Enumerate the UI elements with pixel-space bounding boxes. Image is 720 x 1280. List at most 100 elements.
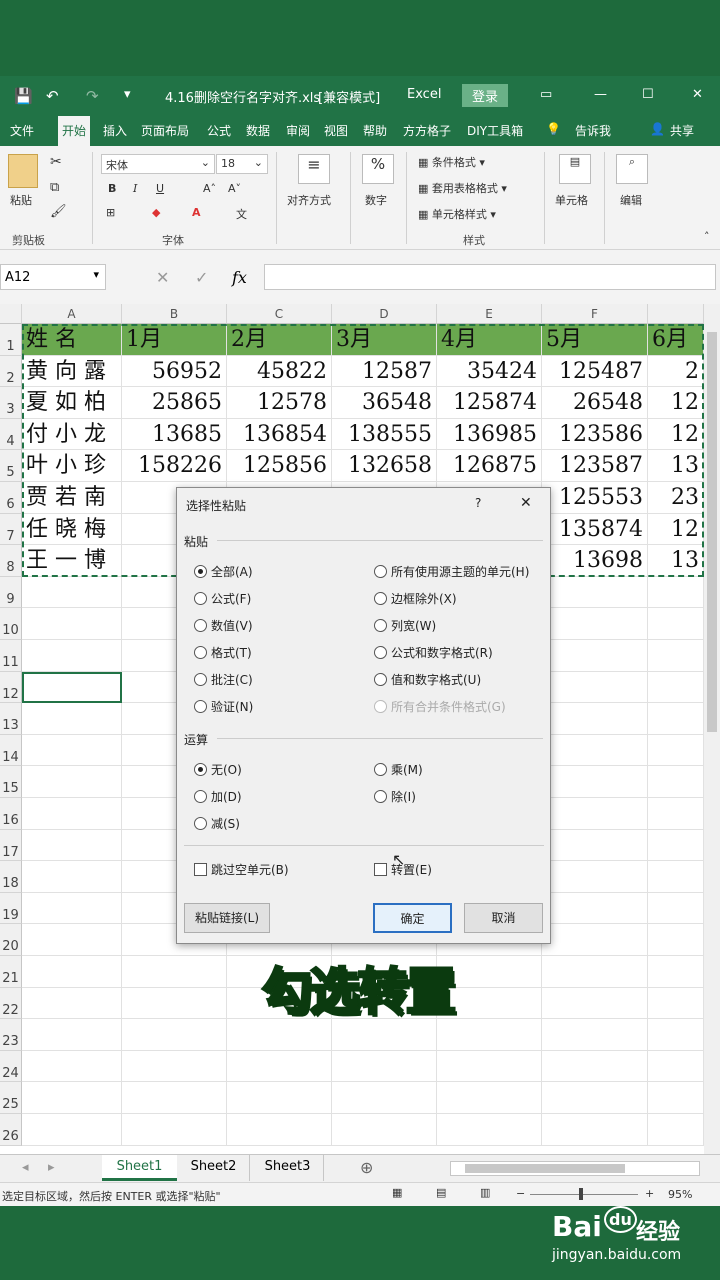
radio-button[interactable] xyxy=(374,763,387,776)
italic-button[interactable]: I xyxy=(133,182,137,195)
radio-button[interactable] xyxy=(194,700,207,713)
paste-link-button[interactable]: 粘贴链接(L) xyxy=(184,903,270,933)
radio-option[interactable]: 加(D) xyxy=(194,788,242,805)
row-header[interactable]: 4 xyxy=(0,418,22,451)
border-icon[interactable]: ⊞ xyxy=(106,206,115,219)
radio-option[interactable]: 列宽(W) xyxy=(374,617,436,634)
table-cell[interactable] xyxy=(437,1082,542,1114)
table-cell[interactable] xyxy=(542,987,648,1020)
sheet-tab-3[interactable]: Sheet3 xyxy=(252,1155,324,1181)
row-header[interactable]: 13 xyxy=(0,703,22,735)
table-cell[interactable] xyxy=(648,734,704,767)
page-layout-view-icon[interactable]: ▤ xyxy=(436,1186,446,1199)
sheet-tab-2[interactable]: Sheet2 xyxy=(178,1155,250,1181)
table-cell[interactable] xyxy=(22,608,122,640)
table-cell[interactable] xyxy=(227,1050,332,1083)
header-cell[interactable]: 2月 xyxy=(227,324,332,356)
vertical-scrollbar[interactable] xyxy=(704,304,720,1154)
header-cell[interactable]: 3月 xyxy=(332,324,437,356)
table-cell[interactable]: 36548 xyxy=(332,387,437,419)
table-cell[interactable] xyxy=(648,924,704,956)
zoom-slider[interactable] xyxy=(530,1194,638,1195)
qat-dropdown-icon[interactable]: ▾ xyxy=(124,87,131,102)
save-icon[interactable]: 💾 xyxy=(14,87,33,105)
select-all-corner[interactable] xyxy=(0,304,22,324)
tell-me[interactable]: 告诉我 xyxy=(575,122,611,139)
table-cell[interactable]: 叶 小 珍 xyxy=(22,450,122,482)
table-cell[interactable] xyxy=(542,861,648,893)
row-header[interactable]: 3 xyxy=(0,387,22,419)
row-header[interactable]: 19 xyxy=(0,892,22,925)
table-cell[interactable] xyxy=(332,1082,437,1114)
phonetic-button[interactable]: 文 xyxy=(236,206,247,222)
tab-page-layout[interactable]: 页面布局 xyxy=(141,122,189,139)
tab-fangfang[interactable]: 方方格子 xyxy=(403,122,451,139)
table-cell[interactable]: 135874 xyxy=(542,513,648,546)
table-cell[interactable] xyxy=(227,1082,332,1114)
radio-button[interactable] xyxy=(374,790,387,803)
radio-option[interactable]: 无(O) xyxy=(194,761,242,778)
number-button[interactable]: 数字 xyxy=(365,192,387,208)
maximize-icon[interactable]: ☐ xyxy=(642,87,654,102)
table-cell[interactable] xyxy=(22,829,122,862)
font-color-icon[interactable]: A xyxy=(192,206,201,219)
table-cell[interactable]: 126875 xyxy=(437,450,542,482)
table-cell[interactable] xyxy=(227,1114,332,1146)
row-header[interactable]: 17 xyxy=(0,829,22,862)
tab-view[interactable]: 视图 xyxy=(324,122,348,139)
table-cell[interactable] xyxy=(648,956,704,988)
table-cell[interactable] xyxy=(22,1050,122,1083)
column-header[interactable] xyxy=(648,304,704,324)
skip-blanks-checkbox[interactable]: 跳过空单元(B) xyxy=(194,861,289,878)
share-icon[interactable]: 👤 xyxy=(650,122,665,136)
close-icon[interactable]: ✕ xyxy=(520,495,532,511)
tab-formulas[interactable]: 公式 xyxy=(207,122,231,139)
table-cell[interactable] xyxy=(542,734,648,767)
table-cell[interactable] xyxy=(22,766,122,798)
table-cell[interactable] xyxy=(542,766,648,798)
cut-icon[interactable]: ✂ xyxy=(50,154,62,170)
radio-button[interactable] xyxy=(194,592,207,605)
table-cell[interactable] xyxy=(22,640,122,672)
tab-review[interactable]: 审阅 xyxy=(286,122,310,139)
table-cell[interactable]: 13698 xyxy=(542,545,648,577)
paste-icon[interactable] xyxy=(8,154,38,188)
table-cell[interactable] xyxy=(22,861,122,893)
undo-icon[interactable]: ↶ xyxy=(46,87,59,105)
table-cell[interactable]: 26548 xyxy=(542,387,648,419)
table-cell[interactable] xyxy=(122,1050,227,1083)
column-header[interactable]: C xyxy=(227,304,332,324)
header-cell[interactable]: 6月 xyxy=(648,324,704,356)
radio-option[interactable]: 边框除外(X) xyxy=(374,590,457,607)
table-cell[interactable] xyxy=(648,829,704,862)
underline-button[interactable]: U xyxy=(156,182,164,195)
horizontal-scrollbar[interactable] xyxy=(450,1161,700,1176)
table-cell[interactable]: 黄 向 露 xyxy=(22,355,122,388)
radio-option[interactable]: 所有使用源主题的单元(H) xyxy=(374,563,529,580)
radio-button[interactable] xyxy=(194,565,207,578)
checkbox-box[interactable] xyxy=(374,863,387,876)
radio-option[interactable]: 数值(V) xyxy=(194,617,253,634)
table-cell[interactable] xyxy=(22,576,122,609)
column-header[interactable]: F xyxy=(542,304,648,324)
decrease-font-icon[interactable]: A˅ xyxy=(228,182,241,195)
row-header[interactable]: 23 xyxy=(0,1019,22,1051)
table-cell[interactable] xyxy=(648,576,704,609)
table-cell[interactable]: 23 xyxy=(648,482,704,514)
row-header[interactable]: 22 xyxy=(0,987,22,1020)
table-cell[interactable]: 付 小 龙 xyxy=(22,418,122,451)
row-header[interactable]: 12 xyxy=(0,671,22,704)
tab-data[interactable]: 数据 xyxy=(246,122,270,139)
radio-button[interactable] xyxy=(194,790,207,803)
radio-button[interactable] xyxy=(194,673,207,686)
add-sheet-icon[interactable]: ⊕ xyxy=(360,1158,373,1177)
table-cell[interactable] xyxy=(648,608,704,640)
selected-cell[interactable] xyxy=(22,671,122,704)
table-cell[interactable]: 12578 xyxy=(227,387,332,419)
ok-button[interactable]: 确定 xyxy=(373,903,452,933)
name-box[interactable]: A12 ▾ xyxy=(0,264,106,290)
table-cell[interactable] xyxy=(648,861,704,893)
zoom-level[interactable]: 95% xyxy=(668,1188,692,1201)
normal-view-icon[interactable]: ▦ xyxy=(392,1186,402,1199)
radio-option[interactable]: 格式(T) xyxy=(194,644,252,661)
